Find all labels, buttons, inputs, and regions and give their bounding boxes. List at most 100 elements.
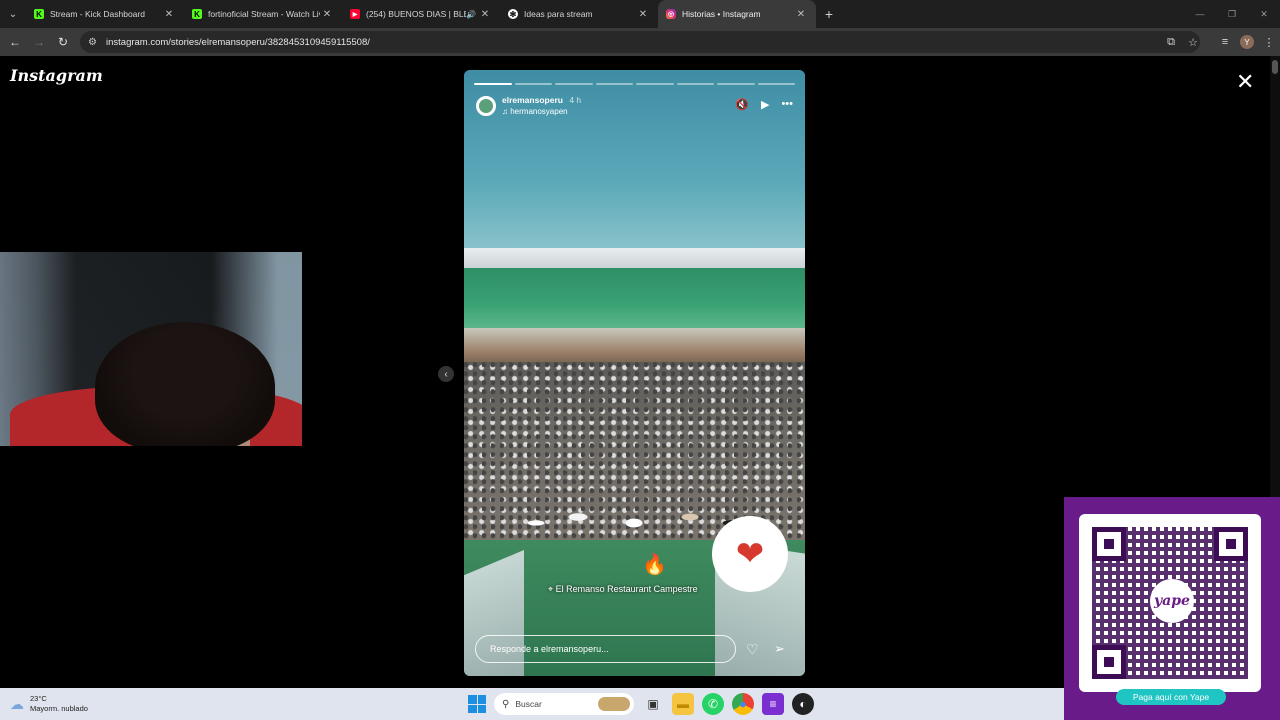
url-text[interactable]: instagram.com/stories/elremansoperu/3828… [106,37,370,48]
back-button[interactable]: ← [3,28,27,56]
location-pin-icon: ⌖ [548,584,554,594]
story-progress-bar [474,83,795,85]
obs-icon[interactable]: ≡ [762,693,784,715]
taskbar-center: ⚲ Buscar ▣ ▬ ✆ ● ≡ ◐ [468,692,814,716]
previous-story-button[interactable]: ‹ [438,366,454,382]
progress-segment [555,83,593,85]
chatgpt-icon: ✻ [508,9,518,19]
more-options-icon[interactable]: ••• [781,98,793,111]
tab-title: Stream - Kick Dashboard [50,9,145,19]
story-avatar[interactable] [476,96,496,116]
close-tab-icon[interactable]: ✕ [320,9,334,20]
close-icon[interactable]: ✕ [1236,71,1254,93]
story-username[interactable]: elremansoperu [502,95,563,105]
webcam-overlay [0,252,302,446]
tab-youtube[interactable]: ▶ (254) BUENOS DIAS | BLESS 🔊 ✕ [342,0,500,28]
qr-finder-top-left [1092,527,1126,561]
webcam-person-hair [95,322,275,446]
story-reply-input[interactable]: Responde a elremansoperu... [475,635,736,663]
reply-placeholder: Responde a elremansoperu... [490,644,609,654]
progress-segment [474,83,512,85]
tab-ideas[interactable]: ✻ Ideas para stream ✕ [500,0,658,28]
forward-button[interactable]: → [27,28,51,56]
tab-fortinoficial[interactable]: K fortinoficial Stream - Watch Live ✕ [184,0,342,28]
progress-segment [717,83,755,85]
browser-menu-icon[interactable]: ⋮ [1258,36,1280,49]
story-photo-truss [464,248,805,270]
streaming-app-icon[interactable]: ◐ [792,693,814,715]
install-app-icon[interactable]: ⧉ [1160,36,1182,49]
close-tab-icon[interactable]: ✕ [636,9,650,20]
fire-sticker: 🔥 [642,554,667,576]
tab-kick-dashboard[interactable]: K Stream - Kick Dashboard ✕ [26,0,184,28]
toolbar-actions: ⧉ ☆ ≡ Y ⋮ [1160,28,1280,56]
tab-strip: ⌄ K Stream - Kick Dashboard ✕ K fortinof… [0,0,1280,28]
weather-temperature: 23°C [30,694,47,703]
send-icon[interactable]: ➢ [774,641,785,657]
story-controls: 🔇 ▶ ••• [735,98,793,111]
progress-segment [514,83,552,85]
progress-segment [595,83,633,85]
start-icon[interactable] [468,695,486,713]
whatsapp-icon[interactable]: ✆ [702,693,724,715]
search-icon: ⚲ [502,698,510,710]
site-info-icon[interactable]: ⚙ [88,37,104,48]
tab-title: fortinoficial Stream - Watch Live [208,9,320,19]
youtube-icon: ▶ [350,9,360,19]
address-bar[interactable]: ⚙ instagram.com/stories/elremansoperu/38… [80,31,1200,53]
cloud-icon: ☁ [10,695,24,712]
scrollbar-thumb[interactable] [1272,60,1278,74]
progress-segment [676,83,714,85]
close-tab-icon[interactable]: ✕ [478,9,492,20]
weather-description: Mayorm. nublado [30,704,88,713]
location-sticker[interactable]: ⌖ El Remanso Restaurant Campestre [548,584,698,595]
reload-button[interactable]: ↻ [51,28,75,56]
story-time: 4 h [569,95,582,105]
new-tab-button[interactable]: + [816,6,842,22]
story-viewer[interactable]: elremansoperu 4 h ♫ hermanosyapen 🔇 ▶ ••… [464,70,805,676]
close-window-icon[interactable]: ✕ [1248,9,1280,20]
tab-groups-icon[interactable]: ≡ [1214,36,1236,48]
location-label: El Remanso Restaurant Campestre [555,584,698,594]
like-heart-icon[interactable]: ♡ [746,641,759,658]
yape-cta: Paga aquí con Yape [1116,689,1226,705]
tab-title: Historias • Instagram [682,9,761,19]
close-tab-icon[interactable]: ✕ [794,9,808,20]
kick-icon: K [34,9,44,19]
play-icon[interactable]: ▶ [761,98,769,111]
audio-playing-icon[interactable]: 🔊 [466,10,478,19]
heart-reaction-icon: ❤ [712,516,788,592]
qr-finder-top-right [1214,527,1248,561]
instagram-icon: ◎ [666,9,676,19]
weather-widget[interactable]: ☁ 23°C Mayorm. nublado [10,694,88,714]
mute-icon[interactable]: 🔇 [735,98,749,111]
music-icon: ♫ [502,107,508,116]
progress-segment [636,83,674,85]
kick-icon: K [192,9,202,19]
search-placeholder: Buscar [515,699,542,709]
qr-finder-bottom-left [1092,645,1126,679]
instagram-logo[interactable]: Instagram [10,66,103,85]
yape-logo: yape [1150,579,1194,623]
yape-qr-overlay: yape Paga aquí con Yape [1064,497,1280,720]
window-controls: — ❐ ✕ [1184,0,1280,28]
story-photo-green-tent [464,268,805,330]
search-highlight-art [598,697,630,711]
chrome-icon[interactable]: ● [732,693,754,715]
progress-segment [757,83,795,85]
tab-instagram-stories[interactable]: ◎ Historias • Instagram ✕ [658,0,816,28]
music-label[interactable]: hermanosyapen [510,107,567,116]
file-explorer-icon[interactable]: ▬ [672,693,694,715]
taskbar: ☁ 23°C Mayorm. nublado ⚲ Buscar ▣ ▬ ✆ ● … [0,688,1064,720]
profile-avatar[interactable]: Y [1240,35,1254,49]
tab-search-menu[interactable]: ⌄ [0,0,26,28]
tab-title: Ideas para stream [524,9,593,19]
bookmark-star-icon[interactable]: ☆ [1182,36,1204,49]
restore-icon[interactable]: ❐ [1216,9,1248,20]
taskbar-search[interactable]: ⚲ Buscar [494,693,634,715]
minimize-icon[interactable]: — [1184,9,1216,19]
browser-toolbar: ← → ↻ ⚙ instagram.com/stories/elremansop… [0,28,1280,56]
close-tab-icon[interactable]: ✕ [162,9,176,20]
tab-title: (254) BUENOS DIAS | BLESS [366,9,466,19]
task-view-icon[interactable]: ▣ [642,693,664,715]
